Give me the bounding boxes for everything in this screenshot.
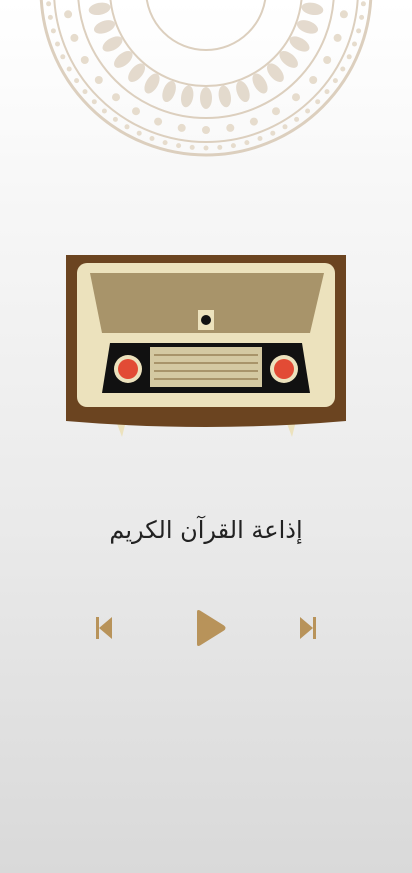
skip-next-icon: [300, 617, 316, 639]
mandala-bead: [60, 54, 66, 60]
mandala-bead: [230, 143, 236, 149]
mandala-bead: [203, 145, 209, 151]
mandala-bead: [101, 108, 107, 114]
mandala-bead: [244, 140, 250, 146]
mandala-bead: [74, 78, 80, 84]
radio-indicator: [201, 315, 211, 325]
mandala-bead: [282, 124, 288, 130]
tuning-scale: [150, 347, 262, 387]
mandala-dot: [226, 123, 235, 132]
mandala-bead: [136, 130, 142, 136]
mandala-bead: [315, 99, 321, 105]
mandala-bead: [50, 28, 56, 34]
mandala-petal: [162, 80, 176, 103]
knob-right-cap: [274, 359, 294, 379]
skip-previous-icon: [96, 617, 112, 639]
radio-illustration: [66, 255, 346, 437]
mandala-bead: [352, 41, 357, 47]
mandala-bead: [324, 89, 330, 95]
mandala-dot: [323, 56, 332, 64]
mandala-bead: [359, 14, 365, 20]
mandala-bead: [149, 136, 155, 141]
mandala-petal: [93, 20, 116, 34]
mandala-bead: [176, 143, 182, 149]
mandala-bead: [47, 14, 53, 20]
mandala-bead: [189, 144, 195, 150]
mandala-petal: [236, 80, 250, 103]
mandala-ornament: [39, 0, 373, 157]
mandala-petal: [200, 87, 212, 109]
mandala-dot: [272, 107, 280, 116]
mandala-dot: [292, 93, 300, 102]
play-button[interactable]: [184, 600, 236, 656]
mandala-bead: [332, 78, 338, 84]
mandala-bead: [305, 108, 311, 114]
mandala-dot: [80, 56, 89, 64]
mandala-bead: [356, 28, 362, 34]
mandala-bead: [124, 124, 130, 130]
mandala-dot: [177, 123, 186, 132]
mandala-bead: [82, 89, 88, 95]
mandala-dot: [70, 33, 79, 42]
mandala-dot: [94, 76, 103, 84]
mandala-dot: [339, 10, 348, 19]
mandala-bead: [162, 140, 168, 146]
mandala-petal: [180, 85, 194, 108]
player-controls: [0, 600, 412, 656]
mandala-dot: [249, 117, 258, 126]
previous-button[interactable]: [82, 600, 126, 656]
next-button[interactable]: [286, 600, 330, 656]
mandala-bead: [217, 144, 223, 150]
mandala-dot: [64, 10, 73, 19]
knob-left-cap: [118, 359, 138, 379]
mandala-bead: [270, 130, 276, 136]
mandala-bead: [294, 116, 300, 122]
mandala-dot: [309, 76, 318, 84]
play-icon: [197, 610, 226, 646]
mandala-petal: [301, 2, 324, 16]
mandala-bead: [46, 1, 52, 7]
mandala-bead: [55, 41, 60, 47]
mandala-bead: [66, 66, 72, 72]
mandala-dot: [154, 117, 163, 126]
mandala-bead: [340, 66, 346, 72]
mandala-dot: [202, 126, 210, 134]
mandala-dot: [132, 107, 140, 116]
mandala-bead: [360, 1, 366, 7]
mandala-bead: [257, 136, 263, 141]
mandala-petal: [218, 85, 232, 108]
station-title: إذاعة القرآن الكريم: [109, 516, 303, 544]
mandala-dot: [333, 33, 342, 42]
mandala-dot: [112, 93, 120, 102]
mandala-bead: [346, 54, 352, 60]
mandala-petal: [88, 2, 111, 16]
mandala-bead: [91, 99, 97, 105]
mandala-petal: [296, 20, 319, 34]
mandala-bead: [112, 116, 118, 122]
